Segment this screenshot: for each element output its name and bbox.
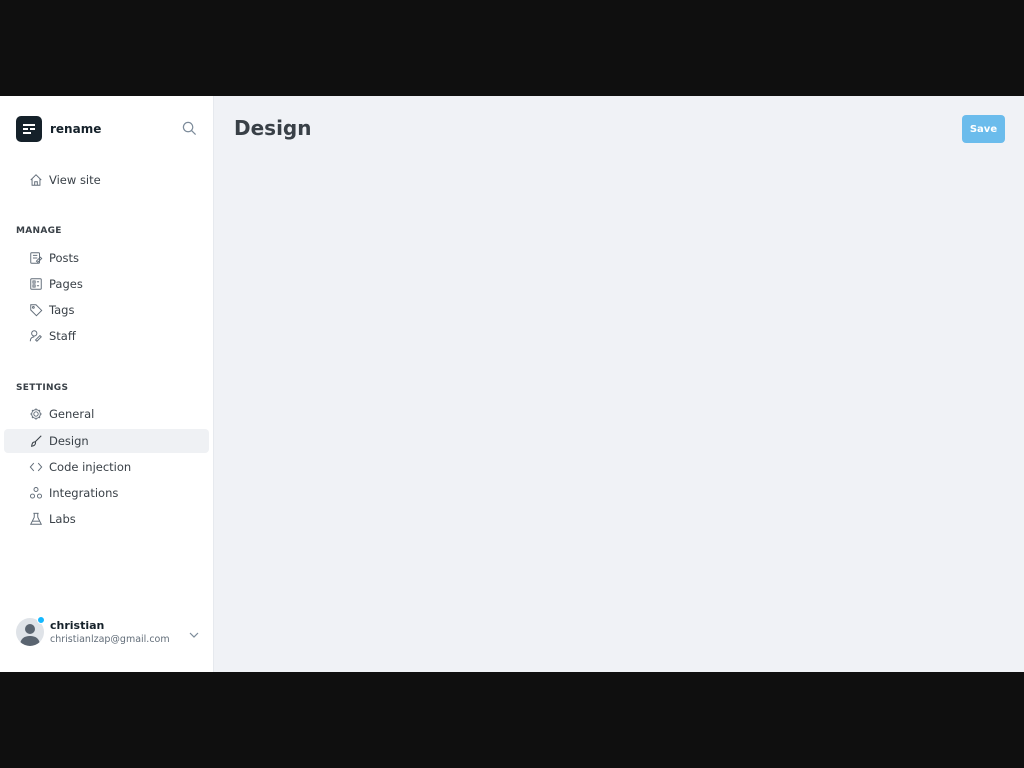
sidebar-item-label: Design [49, 434, 89, 448]
sidebar-item-label: Code injection [49, 460, 132, 474]
section-heading-manage: MANAGE [16, 226, 62, 236]
save-button[interactable]: Save [962, 115, 1005, 143]
brand: rename [16, 116, 198, 142]
pages-icon [28, 277, 43, 292]
user-info: christian christianlzap@gmail.com [50, 619, 170, 645]
sidebar-item-code-injection[interactable]: Code injection [4, 455, 209, 479]
tag-icon [28, 303, 43, 318]
sidebar-item-pages[interactable]: Pages [4, 272, 209, 296]
page-title: Design [234, 116, 312, 140]
sidebar-item-label: Posts [49, 251, 80, 265]
site-name[interactable]: rename [50, 122, 101, 136]
app-window: rename View site MANAGE Posts Pages Tags… [0, 96, 1024, 672]
letterbox-top [0, 0, 1024, 96]
sidebar-item-general[interactable]: General [4, 402, 209, 426]
sidebar-item-integrations[interactable]: Integrations [4, 481, 209, 505]
brush-icon [28, 434, 43, 449]
chevron-down-icon[interactable] [188, 626, 200, 638]
sidebar-item-labs[interactable]: Labs [4, 507, 209, 531]
main-content: Design Save [214, 96, 1024, 672]
integrations-icon [28, 486, 43, 501]
sidebar: rename View site MANAGE Posts Pages Tags… [0, 96, 214, 672]
sidebar-item-label: General [49, 407, 95, 421]
section-heading-settings: SETTINGS [16, 383, 69, 393]
sidebar-item-label: Pages [49, 277, 83, 291]
sidebar-item-staff[interactable]: Staff [4, 324, 209, 348]
status-indicator [37, 616, 45, 624]
staff-icon [28, 329, 43, 344]
search-icon[interactable] [182, 121, 198, 137]
sidebar-item-tags[interactable]: Tags [4, 298, 209, 322]
flask-icon [28, 512, 43, 527]
sidebar-item-view-site[interactable]: View site [4, 168, 209, 192]
sidebar-item-label: Labs [49, 512, 76, 526]
sidebar-item-posts[interactable]: Posts [4, 246, 209, 270]
posts-icon [28, 251, 43, 266]
user-name: christian [50, 619, 105, 632]
letterbox-bottom [0, 672, 1024, 768]
gear-icon [28, 407, 43, 422]
user-menu[interactable]: christian christianlzap@gmail.com [16, 616, 200, 648]
sidebar-item-label: Staff [49, 329, 76, 343]
sidebar-item-label: View site [49, 173, 101, 187]
sidebar-item-design[interactable]: Design [4, 429, 209, 453]
user-email: christianlzap@gmail.com [50, 634, 170, 645]
sidebar-item-label: Integrations [49, 486, 119, 500]
code-icon [28, 460, 43, 475]
home-icon [28, 173, 43, 188]
sidebar-item-label: Tags [49, 303, 75, 317]
ghost-logo-icon[interactable] [16, 116, 42, 142]
